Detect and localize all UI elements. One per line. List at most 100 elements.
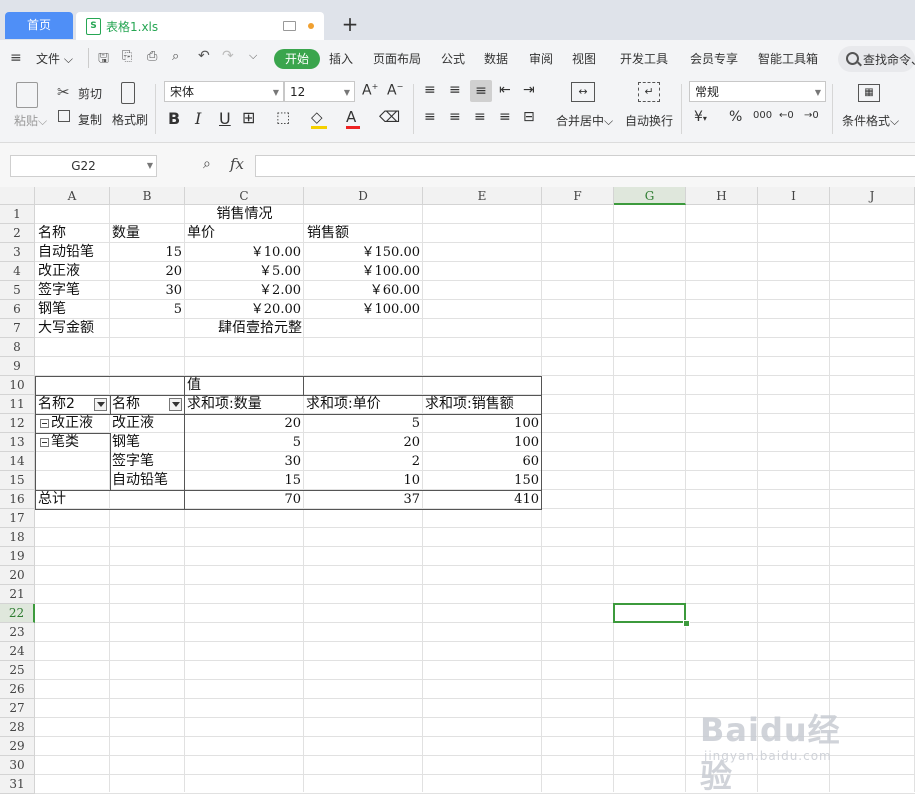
filter-dropdown-icon[interactable] [94, 398, 107, 411]
column-header-b[interactable]: B [110, 187, 185, 205]
quick-access-chevron-icon[interactable]: ⌵ [249, 49, 257, 63]
zoom-search-icon[interactable]: ⌕ [203, 156, 211, 172]
command-search[interactable]: 查找命令、 [838, 46, 915, 72]
increase-indent-icon[interactable]: ⇥ [523, 82, 535, 98]
eraser-icon[interactable]: ⌫ [379, 108, 400, 126]
filter-dropdown-icon[interactable] [169, 398, 182, 411]
row-header[interactable]: 25 [0, 661, 35, 680]
select-all-corner[interactable] [0, 187, 35, 205]
row-header[interactable]: 17 [0, 509, 35, 528]
undo-icon[interactable]: ↶ [198, 48, 210, 64]
font-color-icon[interactable]: A [346, 108, 360, 129]
row-header[interactable]: 30 [0, 756, 35, 775]
hamburger-icon[interactable]: ≡ [10, 50, 22, 66]
merge-center-icon[interactable]: ↔ [571, 82, 595, 102]
row-header[interactable]: 24 [0, 642, 35, 661]
row-header[interactable]: 16 [0, 490, 35, 509]
align-center-icon[interactable]: ≡ [449, 109, 461, 125]
row-header[interactable]: 18 [0, 528, 35, 547]
insert-function-icon[interactable]: fx [230, 155, 244, 173]
share-icon[interactable]: ⎘ [122, 49, 132, 64]
fill-handle[interactable] [683, 620, 690, 627]
format-painter-icon[interactable] [121, 82, 135, 104]
column-header-j[interactable]: J [830, 187, 915, 205]
chevron-down-icon[interactable]: ▼ [147, 156, 153, 176]
borders-icon[interactable]: ⊞ [242, 108, 255, 127]
home-tab[interactable]: 首页 [5, 12, 73, 39]
align-right-icon[interactable]: ≡ [474, 109, 486, 125]
row-header[interactable]: 14 [0, 452, 35, 471]
row-header[interactable]: 31 [0, 775, 35, 794]
fill-color-icon[interactable]: ◇ [311, 108, 327, 129]
column-header-a[interactable]: A [35, 187, 110, 205]
menu-developer[interactable]: 开发工具 [620, 50, 668, 67]
font-size-select[interactable]: 12 ▼ [284, 81, 355, 102]
column-header-i[interactable]: I [758, 187, 830, 205]
row-header[interactable]: 26 [0, 680, 35, 699]
row-header[interactable]: 22 [0, 604, 35, 623]
window-icon[interactable] [283, 21, 296, 31]
column-header-c[interactable]: C [185, 187, 304, 205]
wrap-text-icon[interactable]: ↵ [638, 82, 660, 102]
row-header[interactable]: 21 [0, 585, 35, 604]
copy-button[interactable]: 复制 [78, 111, 102, 128]
row-header[interactable]: 23 [0, 623, 35, 642]
fill-style-icon[interactable]: ⬚ [276, 108, 290, 126]
row-header[interactable]: 1 [0, 205, 35, 224]
row-header[interactable]: 7 [0, 319, 35, 338]
menu-file[interactable]: 文件 ⌵ [36, 50, 73, 67]
collapse-icon[interactable] [40, 438, 49, 447]
redo-icon[interactable]: ↷ [222, 48, 234, 64]
row-header[interactable]: 15 [0, 471, 35, 490]
row-header[interactable]: 5 [0, 281, 35, 300]
file-tab[interactable]: S 表格1.xls [76, 12, 324, 40]
new-tab-button[interactable]: + [340, 12, 360, 36]
row-header[interactable]: 28 [0, 718, 35, 737]
distributed-icon[interactable]: ⊟ [523, 109, 535, 125]
name-box[interactable]: G22 ▼ [10, 155, 157, 177]
justify-icon[interactable]: ≡ [499, 109, 511, 125]
print-icon[interactable]: ⎙ [147, 49, 157, 64]
row-header[interactable]: 19 [0, 547, 35, 566]
thousands-separator-icon[interactable]: 000 [753, 110, 772, 121]
menu-view[interactable]: 视图 [572, 50, 596, 67]
row-header[interactable]: 2 [0, 224, 35, 243]
paste-button[interactable]: 粘贴⌵ [14, 112, 47, 129]
collapse-icon[interactable] [40, 419, 49, 428]
paste-icon[interactable] [16, 82, 38, 108]
decrease-font-icon[interactable]: A− [387, 82, 403, 99]
currency-format-icon[interactable]: ¥▾ [694, 109, 707, 125]
align-top-icon[interactable]: ≡ [424, 82, 436, 98]
menu-member[interactable]: 会员专享 [690, 50, 738, 67]
increase-font-icon[interactable]: A+ [362, 82, 378, 99]
decrease-indent-icon[interactable]: ⇤ [499, 82, 511, 98]
column-header-g[interactable]: G [614, 187, 686, 205]
menu-data[interactable]: 数据 [484, 50, 508, 67]
scissors-icon[interactable]: ✂ [57, 83, 70, 101]
active-cell[interactable] [613, 603, 686, 623]
underline-icon[interactable]: U [219, 109, 231, 128]
increase-decimal-icon[interactable]: ←0 [779, 110, 794, 121]
save-icon[interactable]: 🖫 [98, 49, 109, 71]
row-header[interactable]: 8 [0, 338, 35, 357]
menu-insert[interactable]: 插入 [329, 50, 353, 67]
wrap-text-button[interactable]: 自动换行 [625, 112, 673, 129]
menu-home-start[interactable]: 开始 [274, 49, 320, 69]
align-bottom-icon[interactable]: ≡ [470, 80, 492, 102]
align-middle-icon[interactable]: ≡ [449, 82, 461, 98]
column-header-f[interactable]: F [542, 187, 614, 205]
formula-input[interactable] [255, 155, 915, 177]
row-header[interactable]: 20 [0, 566, 35, 585]
decrease-decimal-icon[interactable]: →0 [804, 110, 819, 121]
copy-icon[interactable] [58, 110, 70, 122]
row-header[interactable]: 11 [0, 395, 35, 414]
cut-button[interactable]: 剪切 [78, 85, 102, 102]
column-header-d[interactable]: D [304, 187, 423, 205]
conditional-format-icon[interactable]: ▦ [858, 84, 880, 102]
column-header-h[interactable]: H [686, 187, 758, 205]
menu-review[interactable]: 审阅 [529, 50, 553, 67]
font-name-select[interactable]: 宋体 ▼ [164, 81, 284, 102]
row-header[interactable]: 9 [0, 357, 35, 376]
menu-smart-toolbox[interactable]: 智能工具箱 [758, 50, 818, 67]
row-header[interactable]: 27 [0, 699, 35, 718]
